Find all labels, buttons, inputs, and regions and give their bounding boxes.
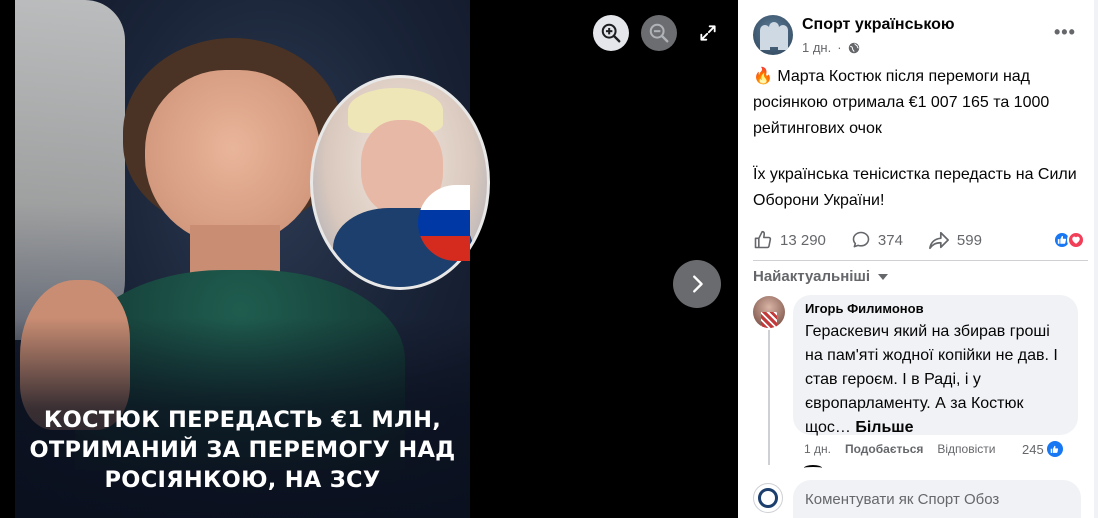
thread-line (768, 330, 770, 465)
thumbs-up-icon (754, 230, 772, 249)
comment-time[interactable]: 1 дн. (804, 442, 831, 456)
comment-body: Гераскевич який на збирав гроші на пам'я… (805, 323, 1058, 436)
post-meta: 1 дн. · (802, 40, 860, 55)
comment-actions: 1 дн. Подобається Відповісти (804, 442, 995, 456)
zoom-out-button[interactable] (641, 15, 677, 51)
see-more-link[interactable]: Більше (855, 419, 913, 436)
zoom-in-icon (601, 23, 621, 43)
meta-separator: · (837, 40, 842, 55)
post-paragraph: Їх українська тенісистка передасть на Си… (753, 166, 1077, 209)
fullscreen-button[interactable] (690, 15, 726, 51)
share-icon (928, 231, 949, 250)
my-avatar-logo-icon (758, 488, 778, 508)
post-stats: 13 290 374 599 (753, 228, 1088, 252)
like-icon-glyph (1057, 235, 1067, 244)
like-icon-glyph (1050, 445, 1059, 453)
comment-bubble: Игорь Филимонов Гераскевич який на збира… (793, 295, 1078, 436)
comment-action[interactable]: 374 (851, 230, 903, 250)
post-paragraph: 🔥 Марта Костюк після перемоги над росіян… (753, 68, 1050, 137)
photo-viewer: Костюк передасть €1 млн, отриманий за пе… (0, 0, 738, 518)
comments-count: 374 (877, 231, 903, 249)
post-text: 🔥 Марта Костюк після перемоги над росіян… (753, 64, 1088, 214)
commenter-avatar[interactable] (753, 296, 785, 328)
share-action[interactable]: 599 (928, 230, 982, 250)
comment-sort-dropdown[interactable]: Найактуальніші (753, 268, 889, 285)
globe-icon (848, 42, 859, 53)
comment-reply-button[interactable]: Відповісти (937, 442, 995, 456)
comment-text: Гераскевич який на збирав гроші на пам'я… (805, 320, 1066, 440)
love-icon-glyph (1072, 236, 1080, 244)
photo-caption-line: отриманий за перемогу над (29, 437, 456, 463)
avatar-figure (778, 25, 788, 50)
reaction-summary[interactable] (1053, 231, 1085, 249)
likes-count: 13 290 (780, 231, 826, 249)
comment-author[interactable]: Игорь Филимонов (805, 301, 1066, 316)
post-panel: Спорт українською 1 дн. · ••• 🔥 Марта Ко… (738, 0, 1098, 518)
zoom-out-icon (649, 23, 669, 43)
comment-like-button[interactable]: Подобається (845, 442, 923, 456)
page-name[interactable]: Спорт українською (802, 16, 955, 34)
my-avatar[interactable] (753, 483, 783, 513)
like-icon (1046, 441, 1063, 457)
comment-reaction-count: 245 (1022, 441, 1044, 457)
more-options-button[interactable]: ••• (1054, 22, 1076, 43)
shares-count: 599 (956, 231, 982, 249)
divider (753, 260, 1088, 261)
avatar-shirt (761, 312, 777, 328)
comment-input[interactable] (793, 480, 1081, 518)
more-dots-icon: ••• (1054, 22, 1076, 42)
photo-caption-line: Костюк передасть €1 млн, (43, 407, 442, 433)
page-avatar[interactable] (753, 15, 793, 55)
post-time[interactable]: 1 дн. (802, 40, 831, 55)
scrollbar[interactable] (1094, 0, 1098, 518)
like-action[interactable]: 13 290 (753, 230, 826, 250)
comment-sort-label: Найактуальніші (753, 268, 871, 285)
caret-down-icon (878, 273, 889, 280)
zoom-in-button[interactable] (593, 15, 629, 51)
reply-avatar-stub (804, 465, 822, 471)
comment-icon (852, 231, 870, 248)
photo-caption: Костюк передасть €1 млн, отриманий за пе… (15, 405, 470, 495)
flag-stripe (418, 210, 470, 236)
love-icon (1067, 231, 1085, 249)
photo-caption-line: росіянкою, на ЗСУ (104, 467, 381, 493)
next-photo-button[interactable] (673, 260, 721, 308)
chevron-right-icon (693, 275, 703, 293)
photo-player-face (145, 70, 320, 245)
comment-reactions[interactable]: 245 (1022, 441, 1063, 457)
expand-icon (700, 25, 716, 41)
